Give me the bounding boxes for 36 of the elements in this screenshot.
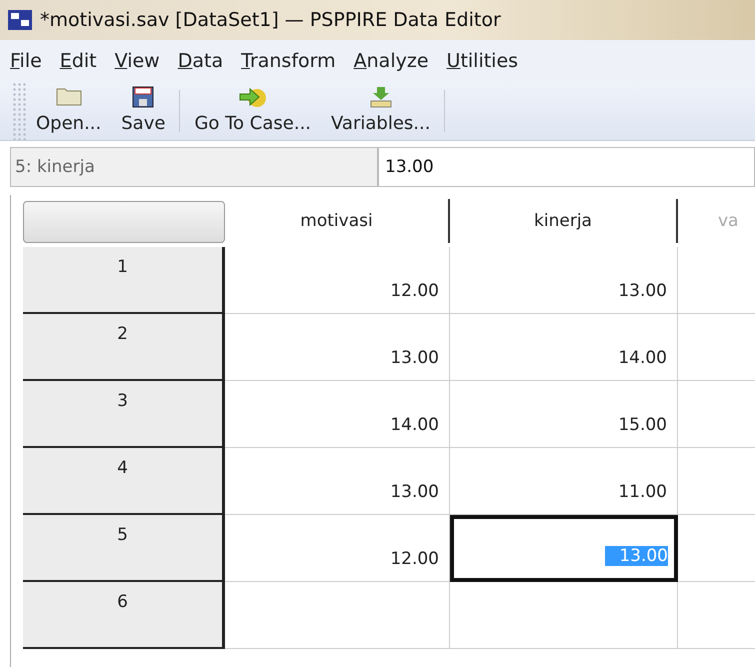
arrow-icon [238, 86, 268, 108]
column-header[interactable]: motivasi [225, 199, 450, 243]
toolbar-grip[interactable] [12, 82, 26, 140]
corner-button[interactable] [23, 201, 225, 243]
menu-item[interactable]: Utilities [446, 50, 518, 72]
row-header[interactable]: 2 [23, 314, 225, 381]
toolbar-button[interactable]: Variables... [321, 82, 440, 140]
app-icon [8, 10, 32, 30]
toolbar-button[interactable]: Save [111, 82, 176, 140]
table-cell[interactable]: 13.00 [225, 448, 450, 515]
folder-icon [56, 86, 82, 106]
menu-item[interactable]: File [10, 50, 42, 72]
window-title: *motivasi.sav [DataSet1] — PSPPIRE Data Editor [40, 9, 501, 31]
table-cell[interactable]: 13.00 [225, 314, 450, 381]
menu-item[interactable]: Edit [60, 50, 97, 72]
table-cell[interactable]: 11.00 [450, 448, 678, 515]
menu-item[interactable]: Analyze [354, 50, 429, 72]
row-header[interactable]: 4 [23, 448, 225, 515]
variables-icon [368, 86, 393, 108]
row-header[interactable]: 1 [23, 247, 225, 314]
row-header[interactable]: 6 [23, 582, 225, 649]
table-cell[interactable]: 12.00 [225, 247, 450, 314]
empty-cell[interactable] [450, 582, 678, 649]
menu-item[interactable]: Transform [241, 50, 336, 72]
table-cell[interactable]: 12.00 [225, 515, 450, 582]
menu-item[interactable]: Data [178, 50, 224, 72]
table-cell[interactable]: 13.00 [450, 247, 678, 314]
column-header[interactable]: kinerja [450, 199, 678, 243]
row-header[interactable]: 3 [23, 381, 225, 448]
table-cell[interactable]: 14.00 [225, 381, 450, 448]
table-cell[interactable]: 15.00 [450, 381, 678, 448]
toolbar-button[interactable]: Open... [26, 82, 112, 140]
toolbar-button[interactable]: Go To Case... [184, 82, 322, 140]
row-header[interactable]: 5 [23, 515, 225, 582]
table-cell[interactable]: 14.00 [450, 314, 678, 381]
menu-item[interactable]: View [114, 50, 160, 72]
